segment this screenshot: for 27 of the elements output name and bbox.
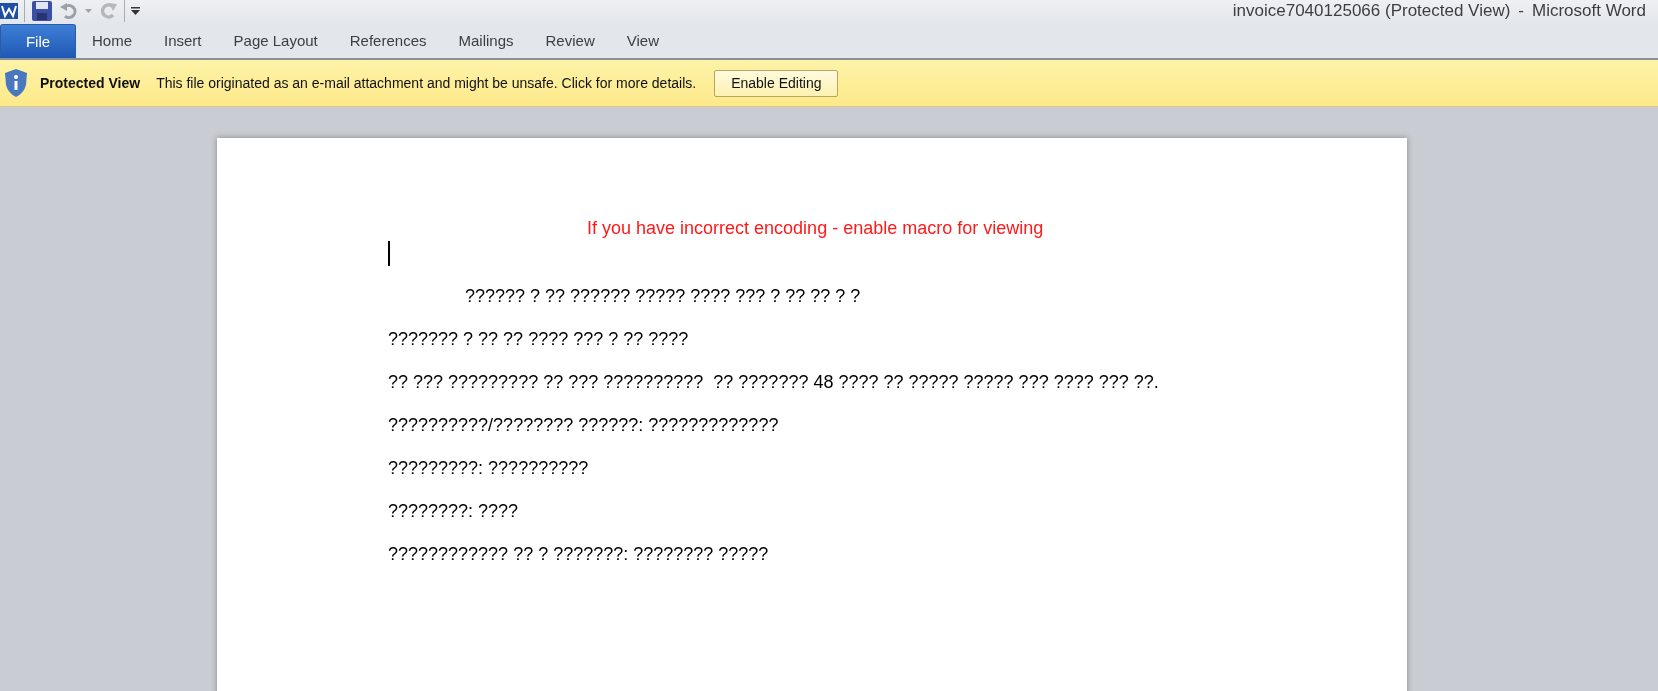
document-paragraph: ?????????: ??????????	[388, 458, 590, 479]
document-paragraph: ???????????? ?? ? ???????: ???????? ?????	[388, 544, 770, 565]
title-separator: -	[1518, 1, 1524, 21]
customize-toolbar-icon[interactable]	[131, 7, 140, 15]
ribbon-tab[interactable]: Page Layout	[217, 24, 334, 58]
document-paragraph: ????????: ????	[388, 501, 520, 522]
ribbon-tab[interactable]: Mailings	[442, 24, 530, 58]
document-title: invoice7040125066 (Protected View)	[1232, 1, 1511, 21]
document-paragraph: ??????? ? ?? ?? ???? ??? ? ?? ????	[388, 329, 690, 350]
enable-editing-button[interactable]: Enable Editing	[714, 69, 839, 97]
shield-info-icon	[4, 68, 28, 98]
document-paragraph: ?????? ? ?? ?????? ????? ???? ??? ? ?? ?? ? ?	[464, 286, 862, 307]
ribbon-tab[interactable]: Insert	[148, 24, 218, 58]
message-bar-text[interactable]: This file originated as an e-mail attachment and might be unsafe. Click for more details.	[156, 75, 697, 91]
document-paragraph: ?? ??? ????????? ?? ??? ?????????? ?? ??????? 48 ???? ?? ????? ????? ??? ???? ??? ??.	[388, 372, 1160, 393]
word-logo-icon[interactable]	[0, 1, 18, 21]
ribbon-tab[interactable]: Review	[529, 24, 611, 58]
file-tab[interactable]: File	[0, 24, 76, 58]
app-name: Microsoft Word	[1532, 1, 1646, 21]
ribbon-tab[interactable]: Home	[76, 24, 148, 58]
ribbon-tab[interactable]: View	[610, 24, 675, 58]
document-paragraph: ??????????/???????? ??????: ?????????????	[388, 415, 780, 436]
ribbon-tab[interactable]: References	[333, 24, 443, 58]
message-bar-title: Protected View	[40, 75, 141, 91]
save-icon[interactable]	[31, 0, 53, 22]
macro-notice: If you have incorrect encoding - enable macro for viewing	[586, 218, 1045, 239]
text-cursor	[388, 241, 390, 266]
